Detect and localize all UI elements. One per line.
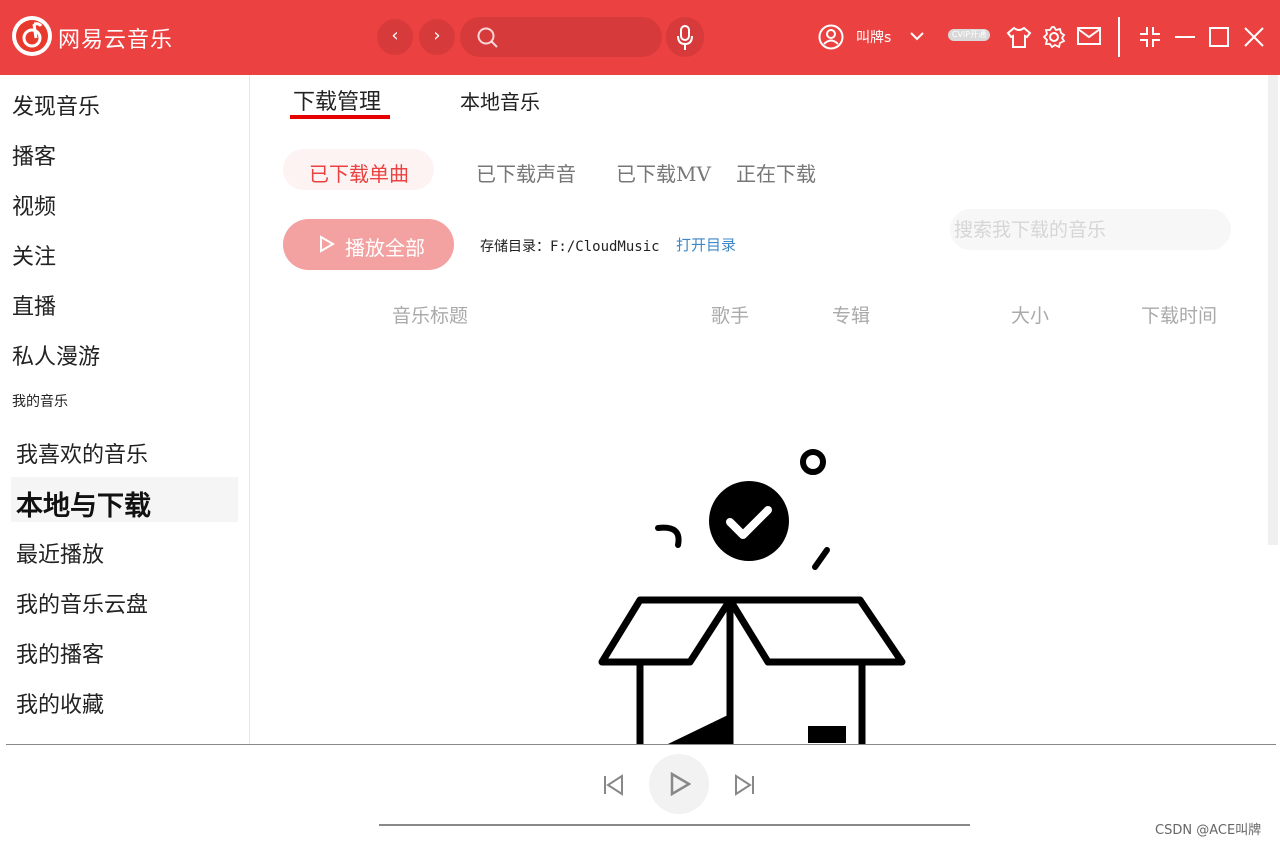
- scrollbar[interactable]: [1268, 75, 1278, 545]
- play-all-button[interactable]: 播放全部: [283, 219, 454, 270]
- active-tab-underline: [290, 115, 390, 119]
- subtab-downloaded-songs[interactable]: 已下载单曲: [309, 158, 409, 187]
- subtab-downloaded-audio[interactable]: 已下载声音: [476, 158, 576, 187]
- vip-badge[interactable]: CVIP开通: [948, 29, 990, 41]
- mini-mode-icon[interactable]: [1138, 25, 1162, 49]
- column-download-time[interactable]: 下载时间: [1141, 301, 1217, 328]
- subtab-downloaded-mv[interactable]: 已下载MV: [616, 158, 711, 187]
- forward-button[interactable]: ›: [419, 19, 455, 55]
- sidebar-item-liked-music[interactable]: 我喜欢的音乐: [16, 437, 148, 469]
- search-input[interactable]: [460, 17, 662, 57]
- sidebar-item-video[interactable]: 视频: [12, 189, 56, 221]
- column-title[interactable]: 音乐标题: [392, 301, 468, 328]
- play-pause-button[interactable]: [649, 754, 709, 814]
- sidebar-item-collection[interactable]: 我的收藏: [16, 687, 104, 719]
- sidebar-item-local-download[interactable]: 本地与下载: [16, 484, 151, 523]
- column-size[interactable]: 大小: [1011, 301, 1049, 328]
- sidebar: 发现音乐 播客 视频 关注 直播 私人漫游 我的音乐 我喜欢的音乐 本地与下载 …: [0, 75, 250, 744]
- sidebar-item-recent[interactable]: 最近播放: [16, 537, 104, 569]
- progress-bar[interactable]: [379, 824, 970, 826]
- mail-icon[interactable]: [1076, 25, 1102, 47]
- column-artist[interactable]: 歌手: [711, 301, 749, 328]
- sidebar-item-my-podcast[interactable]: 我的播客: [16, 637, 104, 669]
- play-icon: [670, 772, 691, 796]
- watermark-text: CSDN @ACE叫牌: [1155, 823, 1262, 838]
- voice-search-button[interactable]: [666, 17, 704, 57]
- sidebar-item-cloud-disk[interactable]: 我的音乐云盘: [16, 587, 148, 619]
- back-button[interactable]: ‹: [377, 19, 413, 55]
- titlebar-divider: [1118, 17, 1120, 57]
- app-title: 网易云音乐: [58, 28, 174, 53]
- skin-shirt-icon[interactable]: [1006, 25, 1032, 49]
- title-bar: 网易云音乐 ‹ › 叫牌s CVIP开通: [0, 0, 1280, 75]
- play-all-label: 播放全部: [345, 236, 425, 260]
- search-icon: [477, 27, 498, 48]
- next-track-icon[interactable]: [732, 774, 756, 796]
- storage-directory: 存储目录：F:/CloudMusic: [480, 239, 660, 255]
- player-bar: CSDN @ACE叫牌: [0, 745, 1280, 844]
- netease-logo-icon[interactable]: [12, 16, 52, 56]
- subtab-downloading[interactable]: 正在下载: [736, 158, 816, 187]
- maximize-icon[interactable]: [1208, 25, 1230, 49]
- sidebar-item-private-fm[interactable]: 私人漫游: [12, 339, 100, 371]
- chevron-down-icon[interactable]: [908, 27, 926, 45]
- sidebar-item-discover[interactable]: 发现音乐: [12, 89, 100, 121]
- minimize-icon[interactable]: [1174, 25, 1196, 49]
- open-directory-link[interactable]: 打开目录: [676, 234, 736, 255]
- sidebar-item-follow[interactable]: 关注: [12, 239, 56, 271]
- sidebar-item-live[interactable]: 直播: [12, 289, 56, 321]
- tab-download-manage[interactable]: 下载管理: [293, 84, 381, 116]
- tab-local-music[interactable]: 本地音乐: [460, 86, 540, 115]
- close-icon[interactable]: [1243, 25, 1265, 49]
- previous-track-icon[interactable]: [602, 774, 626, 796]
- microphone-icon: [677, 25, 693, 50]
- play-icon: [320, 235, 335, 253]
- sidebar-item-podcast[interactable]: 播客: [12, 139, 56, 171]
- username[interactable]: 叫牌s: [856, 27, 891, 47]
- user-avatar-icon[interactable]: [818, 24, 844, 50]
- gear-icon[interactable]: [1042, 25, 1066, 49]
- empty-box-illustration-icon: [598, 449, 906, 744]
- local-search-input[interactable]: [950, 209, 1231, 250]
- column-album[interactable]: 专辑: [832, 301, 870, 328]
- my-music-heading: 我的音乐: [12, 394, 68, 410]
